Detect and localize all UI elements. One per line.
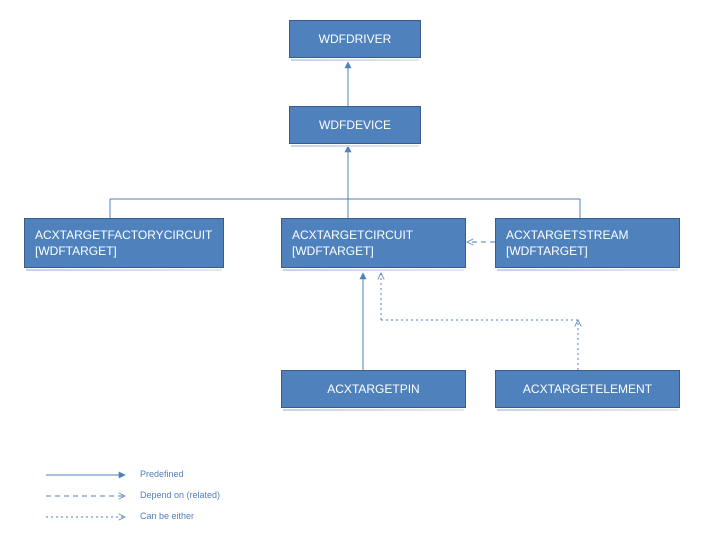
node-factorycircuit: ACXTARGETFACTORYCIRCUIT [WDFTARGET] bbox=[24, 218, 224, 268]
legend-label-predefined: Predefined bbox=[140, 469, 184, 479]
node-wdfdevice: WDFDEVICE bbox=[289, 106, 421, 144]
node-wdfdriver-label: WDFDRIVER bbox=[319, 31, 392, 47]
node-targetelement-label: ACXTARGETELEMENT bbox=[523, 381, 652, 397]
node-targetpin: ACXTARGETPIN bbox=[281, 370, 466, 408]
node-targetpin-label: ACXTARGETPIN bbox=[327, 381, 419, 397]
legend-label-depend: Depend on (related) bbox=[140, 490, 220, 500]
node-wdfdevice-label: WDFDEVICE bbox=[319, 117, 391, 133]
node-factorycircuit-line2: [WDFTARGET] bbox=[35, 243, 223, 259]
node-targetcircuit: ACXTARGETCIRCUIT [WDFTARGET] bbox=[281, 218, 466, 268]
node-targetstream-line1: ACXTARGETSTREAM bbox=[506, 227, 679, 243]
node-wdfdriver: WDFDRIVER bbox=[289, 20, 421, 58]
node-factorycircuit-line1: ACXTARGETFACTORYCIRCUIT bbox=[35, 227, 223, 243]
node-targetcircuit-line1: ACXTARGETCIRCUIT bbox=[292, 227, 465, 243]
legend-label-either: Can be either bbox=[140, 511, 194, 521]
diagram-stage: WDFDRIVER WDFDEVICE ACXTARGETFACTORYCIRC… bbox=[0, 0, 712, 541]
node-targetstream: ACXTARGETSTREAM [WDFTARGET] bbox=[495, 218, 680, 268]
node-targetstream-line2: [WDFTARGET] bbox=[506, 243, 679, 259]
node-targetcircuit-line2: [WDFTARGET] bbox=[292, 243, 465, 259]
node-targetelement: ACXTARGETELEMENT bbox=[495, 370, 680, 408]
